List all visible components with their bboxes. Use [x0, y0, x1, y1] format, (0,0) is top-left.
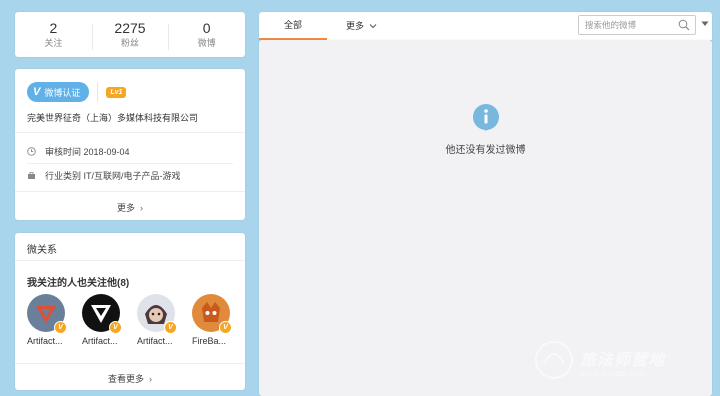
watermark-url: www.iyingdi.com	[580, 369, 647, 378]
more-info-label: 更多	[116, 203, 135, 213]
relations-title: 微关系	[27, 245, 57, 256]
weibo-verify-badge[interactable]: V 微博认证	[27, 82, 90, 102]
divider	[15, 191, 245, 192]
list-item[interactable]: V Artifact...	[82, 294, 137, 346]
stat-following-label: 关注	[44, 38, 63, 48]
list-item[interactable]: V Artifact...	[137, 294, 192, 346]
avatar-list: V Artifact... V Artifact... V Artifact..…	[27, 294, 247, 346]
stat-followers-count: 2275	[114, 20, 146, 36]
review-time: 审核时间 2018-09-04	[45, 147, 130, 157]
view-more-label: 查看更多	[107, 374, 144, 384]
tab-more[interactable]: 更多	[346, 12, 377, 40]
stat-followers-label: 粉丝	[121, 38, 140, 48]
stats-card: 2 关注 2275 粉丝 0 微博	[15, 12, 245, 57]
stat-following-count: 2	[49, 20, 58, 36]
watermark-logo-icon	[535, 341, 573, 379]
level-badge[interactable]: Lv1	[106, 86, 127, 98]
avatar[interactable]: V	[137, 294, 177, 334]
dropdown-arrow-icon[interactable]	[701, 21, 709, 27]
verify-row: V 微博认证 Lv1	[27, 82, 127, 102]
profile-info-card: V 微博认证 Lv1 完美世界征奇（上海）多媒体科技有限公司 审核时间 2018…	[15, 69, 245, 220]
watermark-text: 旅法师营地	[580, 352, 666, 369]
stat-posts-count: 0	[202, 20, 211, 36]
chevron-right-icon: ›	[140, 203, 143, 213]
list-item[interactable]: V Artifact...	[27, 294, 82, 346]
divider	[15, 132, 245, 133]
avatar-name: FireBa...	[192, 336, 227, 346]
divider	[97, 82, 99, 102]
industry-row: 行业类别 IT/互联网/电子产品-游戏	[27, 169, 181, 182]
verify-label: 微博认证	[44, 87, 81, 98]
avatar[interactable]: V	[82, 294, 122, 334]
avatar[interactable]: V	[27, 294, 67, 334]
clock-icon	[27, 147, 36, 156]
divider	[15, 260, 245, 261]
search-input[interactable]	[579, 20, 679, 30]
watermark: 旅法师营地 www.iyingdi.com	[532, 338, 710, 386]
verified-v-icon: V	[164, 321, 177, 334]
avatar-name: Artifact...	[137, 336, 173, 346]
empty-state: 他还没有发过微博	[259, 103, 712, 156]
stat-posts-label: 微博	[197, 38, 216, 48]
feed-tab-bar: 全部 更多	[259, 12, 712, 40]
verified-v-icon: V	[219, 321, 232, 334]
stat-following[interactable]: 2 关注	[15, 20, 92, 49]
chevron-right-icon: ›	[149, 374, 152, 384]
tab-all[interactable]: 全部	[259, 12, 327, 40]
company-name: 完美世界征奇（上海）多媒体科技有限公司	[27, 113, 199, 123]
verified-v-icon: V	[109, 321, 122, 334]
avatar-name: Artifact...	[27, 336, 63, 346]
mutual-follow-heading: 我关注的人也关注他(8)	[27, 278, 130, 289]
review-time-row: 审核时间 2018-09-04	[27, 145, 130, 158]
more-info-link[interactable]: 更多 ›	[15, 201, 245, 214]
search-icon[interactable]	[678, 19, 690, 31]
search-box	[578, 15, 696, 35]
verified-v-icon: V	[54, 321, 67, 334]
verified-v-icon: V	[33, 86, 41, 98]
industry: 行业类别 IT/互联网/电子产品-游戏	[45, 171, 181, 181]
info-icon	[472, 104, 499, 131]
stat-followers[interactable]: 2275 粉丝	[91, 20, 169, 50]
view-more-link[interactable]: 查看更多 ›	[15, 372, 245, 385]
divider	[15, 363, 245, 364]
tab-more-label: 更多	[346, 21, 365, 31]
avatar-name: Artifact...	[82, 336, 118, 346]
list-item[interactable]: V FireBa...	[192, 294, 247, 346]
chevron-down-icon	[369, 23, 377, 29]
relations-card: 微关系 我关注的人也关注他(8) V Artifact... V Artifac…	[15, 233, 245, 390]
divider	[27, 163, 233, 164]
stat-posts[interactable]: 0 微博	[168, 20, 245, 50]
briefcase-icon	[27, 171, 36, 180]
empty-message: 他还没有发过微博	[445, 145, 526, 156]
avatar[interactable]: V	[192, 294, 232, 334]
